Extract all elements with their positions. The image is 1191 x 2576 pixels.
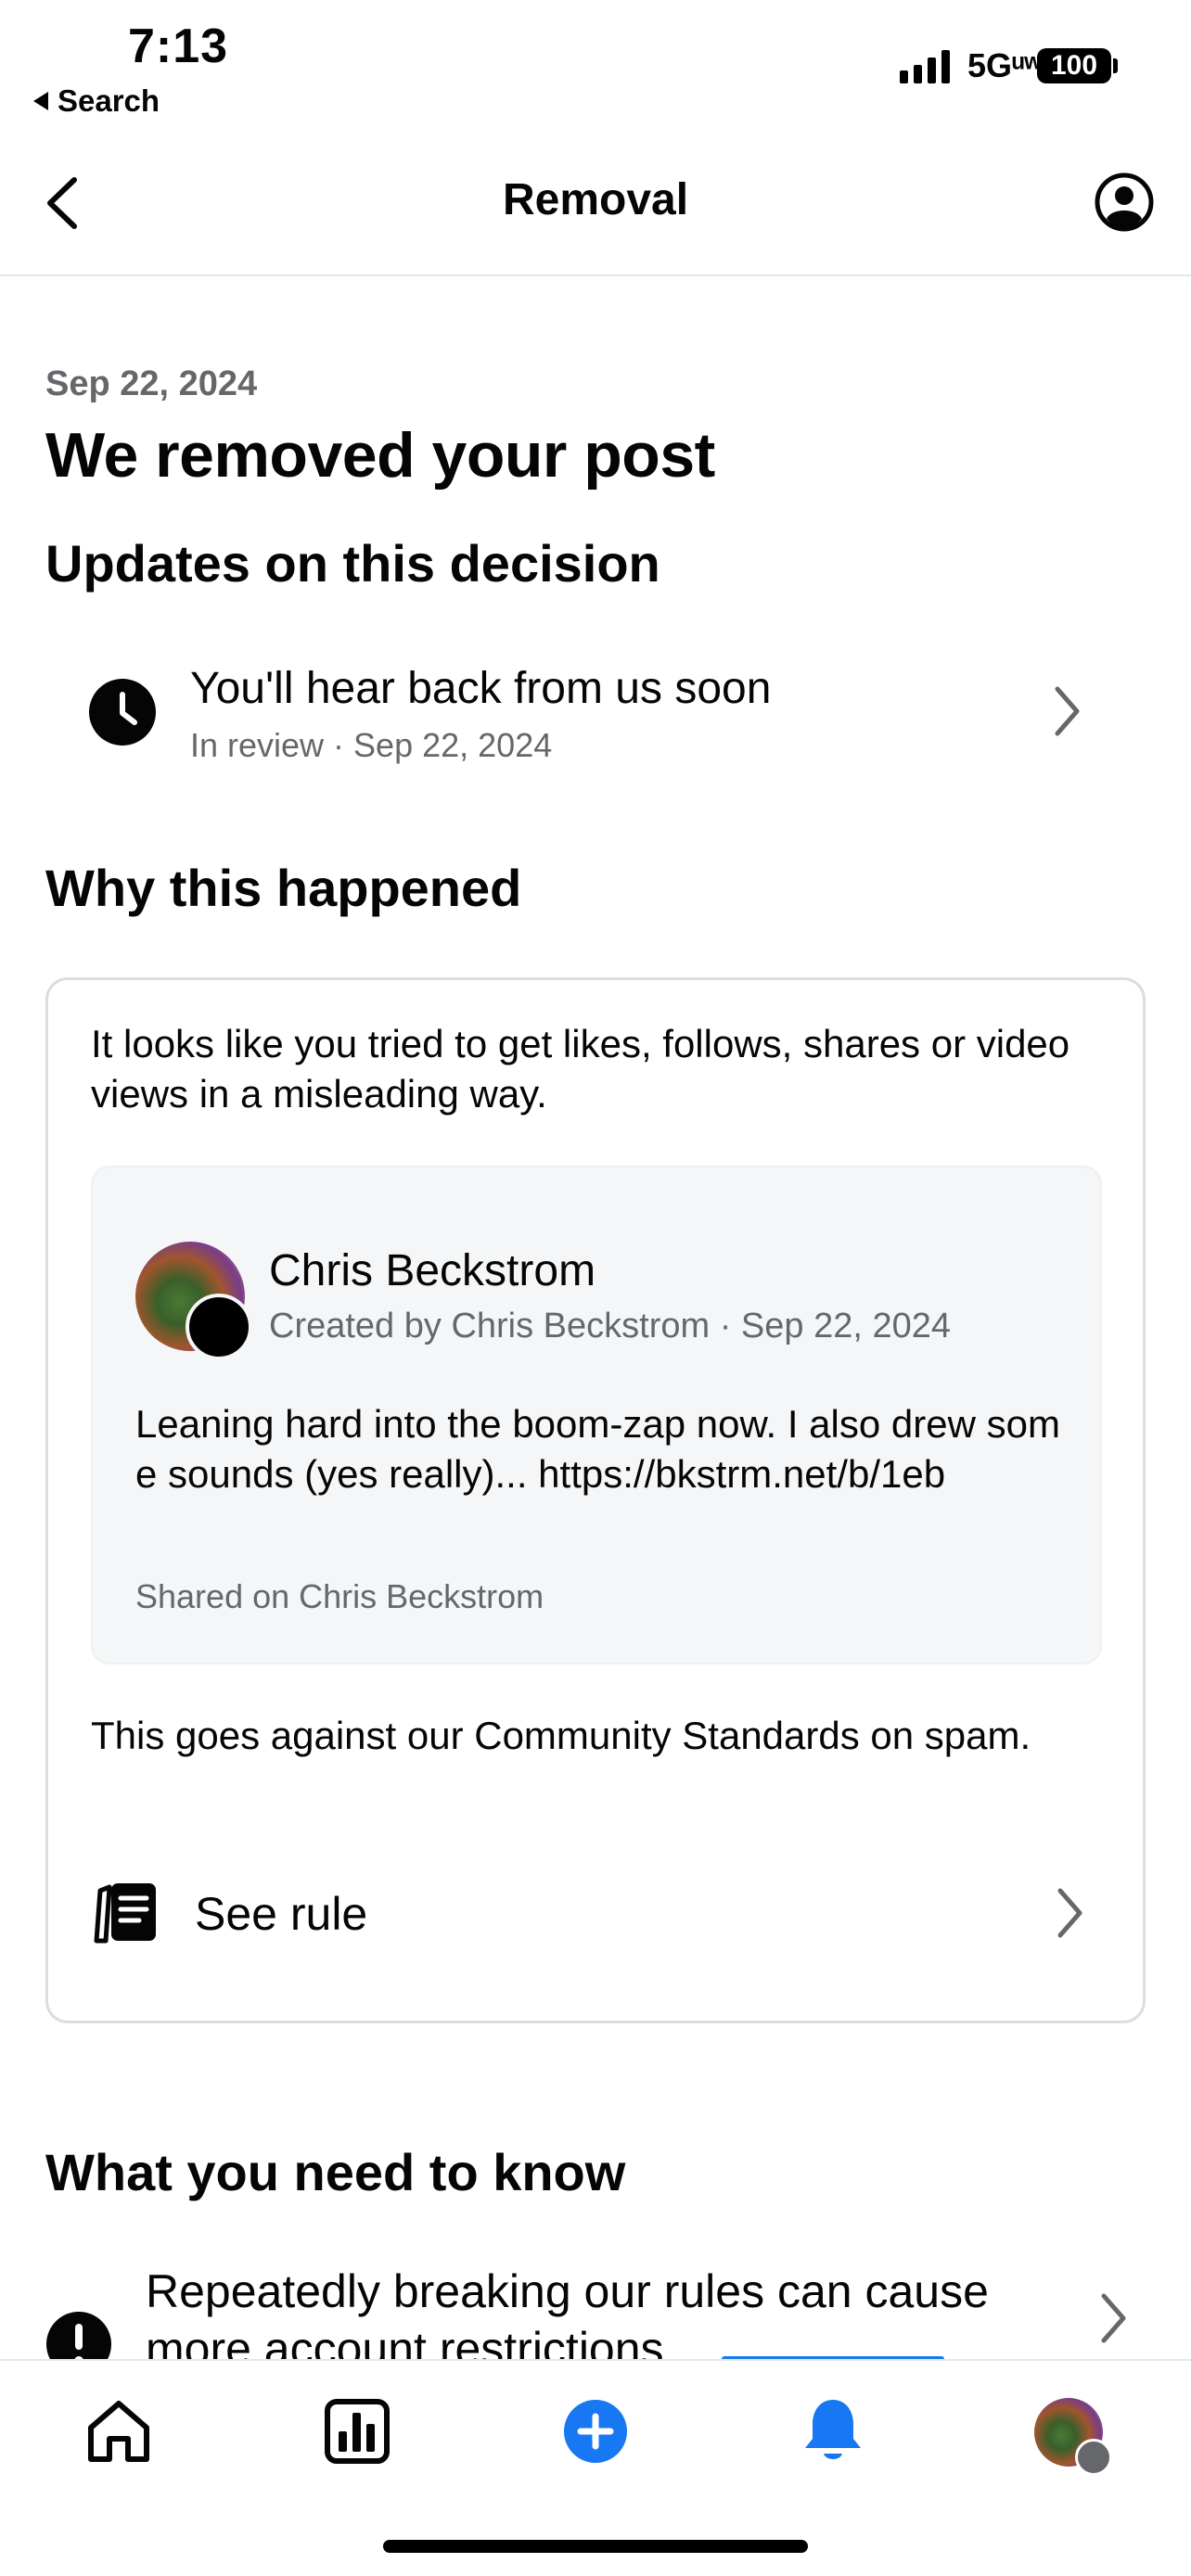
back-app-label: Search [58,83,160,118]
clock-icon [89,679,156,746]
review-status-row[interactable]: You'll hear back from us soon In review … [45,644,1149,774]
chevron-right-icon [1055,686,1080,736]
removal-heading: We removed your post [45,420,715,491]
chevron-right-icon [1057,1888,1082,1938]
avatar [135,1242,252,1360]
removed-post-preview: Chris Beckstrom Created by Chris Beckstr… [91,1166,1102,1664]
notifications-bell-icon[interactable] [796,2394,870,2468]
why-heading: Why this happened [45,859,522,917]
updates-heading: Updates on this decision [45,534,660,593]
standards-note: This goes against our Community Standard… [91,1714,1031,1757]
post-meta: Created by Chris Beckstrom · Sep 22, 202… [269,1307,952,1345]
post-text: Leaning hard into the boom-zap now. I al… [135,1402,1060,1496]
home-indicator [383,2540,808,2553]
battery-tip [1113,58,1118,73]
page-title: Removal [502,175,689,224]
why-card: It looks like you tried to get likes, fo… [45,977,1146,2023]
status-time: 7:13 [128,19,229,73]
back-triangle-icon [33,92,48,110]
why-description: It looks like you tried to get likes, fo… [91,1022,1070,1116]
rulebook-icon [94,1883,156,1944]
back-to-app-link[interactable]: Search [33,83,160,119]
home-icon[interactable] [82,2394,156,2468]
menu-icon [1075,2439,1112,2476]
insights-icon[interactable] [320,2394,394,2468]
cellular-signal-icon [900,48,950,83]
avatar-badge [186,1294,252,1360]
review-subtitle: In review · Sep 22, 2024 [190,726,553,764]
network-type: 5Gᵘʷ [967,46,1043,84]
chevron-right-icon [1101,2293,1126,2343]
status-bar: 7:13 Search 5Gᵘʷ 100 [0,0,1191,130]
see-rule-button[interactable]: See rule [91,1870,1102,1954]
post-shared-on: Shared on Chris Beckstrom [135,1577,544,1615]
create-plus-icon[interactable] [558,2394,633,2468]
need-to-know-heading: What you need to know [45,2143,626,2201]
removal-date: Sep 22, 2024 [45,364,258,403]
account-icon[interactable] [1095,172,1154,232]
see-rule-label: See rule [195,1888,368,1940]
battery-icon: 100 [1037,48,1111,83]
review-title: You'll hear back from us soon [190,664,772,713]
nav-header: Removal [0,130,1191,276]
post-author: Chris Beckstrom [269,1246,596,1295]
